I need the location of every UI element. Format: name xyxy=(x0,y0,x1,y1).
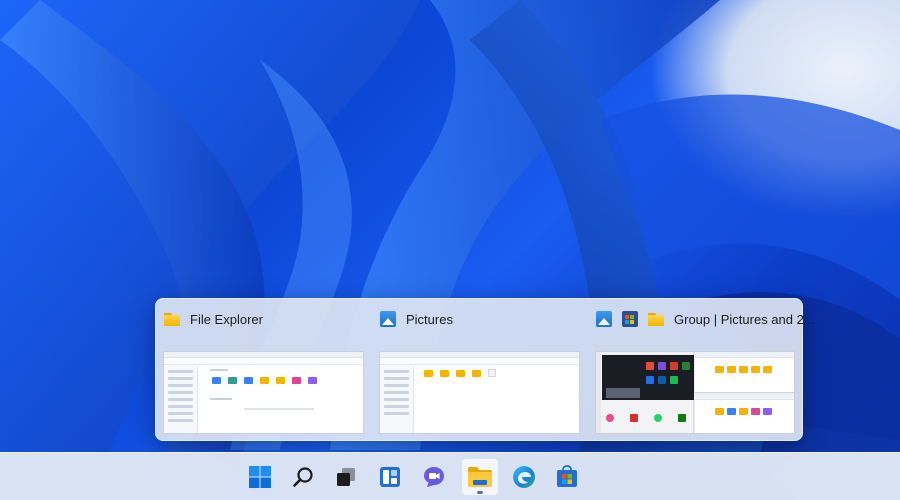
chat-icon xyxy=(424,467,444,487)
chat-button[interactable] xyxy=(416,459,452,495)
window-card-snap-group[interactable]: Group | Pictures and 2... xyxy=(588,299,815,442)
group-right-top-window xyxy=(695,352,794,393)
group-right-bottom-window xyxy=(695,394,794,433)
window-card-title: File Explorer xyxy=(190,311,263,327)
taskbar-thumbnail-flyout: File Explorer Pictures Group | Pictures … xyxy=(155,298,815,442)
group-left-window xyxy=(596,352,694,433)
folder-icon xyxy=(164,311,180,327)
windows-logo-icon xyxy=(249,466,271,488)
file-explorer-taskbar-button[interactable] xyxy=(462,459,498,495)
widgets-button[interactable] xyxy=(372,459,408,495)
window-thumbnail[interactable] xyxy=(595,351,795,434)
window-card-file-explorer[interactable]: File Explorer xyxy=(156,299,370,442)
window-thumbnail[interactable] xyxy=(379,351,580,434)
pictures-icon xyxy=(596,311,612,327)
microsoft-store-button[interactable] xyxy=(549,459,585,495)
edge-button[interactable] xyxy=(506,459,542,495)
store-icon xyxy=(622,311,638,327)
task-view-button[interactable] xyxy=(328,459,364,495)
taskbar xyxy=(0,452,900,500)
window-thumbnail[interactable] xyxy=(163,351,364,434)
search-icon xyxy=(293,467,313,487)
window-card-header: Group | Pictures and 2... xyxy=(596,309,815,329)
running-indicator xyxy=(477,491,483,494)
search-button[interactable] xyxy=(285,459,321,495)
window-card-title: Group | Pictures and 2... xyxy=(674,311,815,327)
store-icon xyxy=(557,465,577,487)
window-card-header: Pictures xyxy=(380,309,453,329)
window-card-pictures[interactable]: Pictures xyxy=(372,299,586,442)
edge-icon xyxy=(513,466,535,488)
task-view-icon xyxy=(337,468,355,486)
folder-icon xyxy=(648,311,664,327)
widgets-icon xyxy=(380,467,400,487)
window-card-header: File Explorer xyxy=(164,309,263,329)
folder-icon xyxy=(468,467,492,487)
start-button[interactable] xyxy=(242,459,278,495)
window-card-title: Pictures xyxy=(406,311,453,327)
pictures-icon xyxy=(380,311,396,327)
